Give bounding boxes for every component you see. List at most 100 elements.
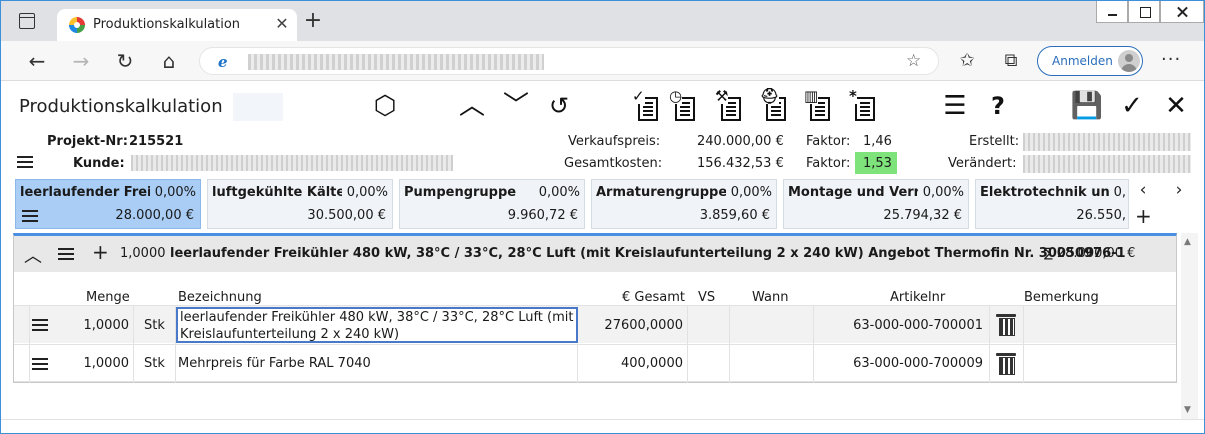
row-menu-icon[interactable]	[32, 358, 48, 370]
bottom-divider	[1, 419, 1204, 420]
veraendert-value-redacted	[1023, 155, 1191, 173]
card-percent: 0,00%	[922, 185, 964, 200]
scroll-up-icon[interactable]: ▲	[1184, 237, 1191, 247]
delete-trash-icon[interactable]	[996, 353, 1016, 375]
barcode-doc-icon[interactable]: ▥	[804, 89, 834, 123]
card-percent: 0,00%	[538, 185, 580, 200]
cards-prev-icon[interactable]: ‹	[1134, 180, 1152, 200]
projekt-label: Projekt-Nr:	[47, 134, 128, 149]
back-arrow-icon[interactable]: ←	[25, 49, 49, 73]
faktor-label-1: Faktor:	[806, 134, 851, 149]
card-value: 3.859,60 €	[699, 208, 770, 223]
app-toolbar: Produktionskalkulation ⬡ ︿ ﹀ ↺ ✓ ◷ ⚒ ⛑ ▥…	[1, 81, 1204, 131]
table-row[interactable]: 1,0000 Stk Mehrpreis für Farbe RAL 7040 …	[14, 344, 1176, 383]
faktor-value-1: 1,46	[863, 134, 892, 149]
window-maximize-button[interactable]	[1128, 1, 1160, 23]
save-icon[interactable]: 💾	[1070, 89, 1104, 123]
row-gesamt[interactable]: 400,0000	[578, 345, 688, 383]
worker-doc-icon[interactable]: ⛑	[760, 89, 790, 123]
col-bemerkung: Bemerkung	[1024, 290, 1099, 305]
reload-icon[interactable]: ↻	[113, 49, 137, 73]
card-percent: 0,00%	[730, 185, 772, 200]
position-description: leerlaufender Freikühler 480 kW, 38°C / …	[170, 246, 1126, 261]
category-card[interactable]: leerlaufender Freikü 0,00% 28.000,00 €	[15, 179, 201, 229]
favorites-icon[interactable]: ✩	[955, 49, 979, 73]
undo-icon[interactable]: ↺	[542, 89, 576, 123]
add-card-icon[interactable]: +	[1135, 204, 1152, 228]
card-value: 30.500,00 €	[307, 208, 386, 223]
row-menge[interactable]: 1,0000	[52, 306, 134, 344]
clock-doc-icon[interactable]: ◷	[669, 89, 699, 123]
new-tab-button[interactable]: +	[303, 10, 323, 32]
forward-arrow-icon[interactable]: →	[69, 49, 93, 73]
project-info-panel: Projekt-Nr: 215521 Kunde: Verkaufspreis:…	[1, 131, 1204, 177]
row-wann[interactable]	[730, 345, 814, 383]
card-menu-icon[interactable]	[22, 210, 38, 222]
address-bar[interactable]: e ☆	[199, 47, 939, 75]
faktor-value-2: 1,53	[863, 156, 892, 171]
verkaufspreis-label: Verkaufspreis:	[568, 134, 661, 149]
row-einheit[interactable]: Stk	[134, 306, 176, 344]
position-header: ︿ + 1,0000 leerlaufender Freikühler 480 …	[14, 236, 1176, 272]
chevron-up-icon[interactable]: ︿	[455, 89, 489, 123]
row-einheit[interactable]: Stk	[134, 345, 176, 383]
new-doc-icon[interactable]: *	[849, 89, 879, 123]
card-value: 28.000,00 €	[115, 208, 194, 223]
delete-trash-icon[interactable]	[996, 314, 1016, 336]
avatar-icon	[1118, 50, 1140, 72]
row-menge[interactable]: 1,0000	[52, 345, 134, 383]
signin-label: Anmelden	[1052, 54, 1113, 68]
hammer-doc-icon[interactable]: ⚒	[715, 89, 745, 123]
row-artikelnr[interactable]: 63-000-000-700001	[814, 306, 990, 344]
table-row[interactable]: 1,0000 Stk leerlaufender Freikühler 480 …	[14, 305, 1176, 344]
row-vs[interactable]	[688, 306, 730, 344]
tab-title: Produktionskalkulation	[93, 17, 241, 32]
tab-actions-icon[interactable]	[19, 13, 35, 29]
category-card[interactable]: Montage und Verroh 0,00% 25.794,32 €	[783, 179, 969, 229]
row-menu-icon[interactable]	[32, 319, 48, 331]
more-options-icon[interactable]: ···	[1161, 49, 1181, 70]
col-menge: Menge	[86, 290, 130, 305]
scroll-down-icon[interactable]: ▼	[1184, 405, 1191, 415]
tab-close-icon[interactable]: ✕	[273, 15, 291, 33]
chevron-down-icon[interactable]: ﹀	[499, 89, 533, 123]
help-icon[interactable]: ?	[981, 89, 1015, 123]
close-icon[interactable]: ✕	[1159, 89, 1193, 123]
category-card[interactable]: Armaturengruppen 0,00% 3.859,60 €	[591, 179, 777, 229]
category-card[interactable]: Pumpengruppe 0,00% 9.960,72 €	[399, 179, 585, 229]
verkaufspreis-value: 240.000,00 €	[697, 134, 784, 149]
category-card[interactable]: luftgekühlte Kältema 0,00% 30.500,00 €	[207, 179, 393, 229]
app-favicon-icon	[69, 17, 85, 33]
ie-mode-icon[interactable]: e	[218, 53, 228, 71]
col-artikelnr: Artikelnr	[890, 290, 946, 305]
confirm-check-icon[interactable]: ✓	[1115, 89, 1149, 123]
row-bezeichnung[interactable]: Mehrpreis für Farbe RAL 7040	[176, 345, 578, 383]
add-favorite-icon[interactable]: ☆	[906, 51, 921, 71]
checklist-doc-icon[interactable]: ✓	[632, 89, 662, 123]
collapse-chevron-icon[interactable]: ︿	[24, 242, 42, 268]
navigation-bar: ← → ↻ ⌂ e ☆ ✩ ⧉ Anmelden ···	[1, 41, 1204, 81]
row-bezeichnung-input[interactable]: leerlaufender Freikühler 480 kW, 38°C / …	[176, 307, 578, 343]
erstellt-value-redacted	[1023, 133, 1191, 151]
browser-tab[interactable]: Produktionskalkulation ✕	[57, 9, 297, 41]
add-item-icon[interactable]: +	[92, 240, 109, 264]
veraendert-label: Verändert:	[948, 156, 1017, 171]
info-menu-icon[interactable]	[17, 156, 33, 168]
card-name: Pumpengruppe	[404, 185, 517, 200]
window-close-button[interactable]	[1160, 1, 1204, 23]
collections-icon[interactable]: ⧉	[999, 49, 1023, 73]
settings-hex-icon[interactable]: ⬡	[368, 89, 402, 123]
window-minimize-button[interactable]	[1096, 1, 1128, 23]
signin-button[interactable]: Anmelden	[1037, 46, 1143, 76]
row-vs[interactable]	[688, 345, 730, 383]
cards-next-icon[interactable]: ›	[1170, 180, 1188, 200]
row-gesamt[interactable]: 27600,0000	[578, 306, 688, 344]
row-wann[interactable]	[730, 306, 814, 344]
category-card[interactable]: Elektrotechnik und S 0, 26.550,	[975, 179, 1129, 229]
vertical-scrollbar[interactable]: ▲ ▼	[1181, 233, 1198, 419]
menu-icon[interactable]: ☰	[938, 89, 972, 123]
position-menu-icon[interactable]	[58, 248, 74, 260]
card-percent: 0,00%	[154, 185, 196, 200]
home-icon[interactable]: ⌂	[157, 49, 181, 73]
row-artikelnr[interactable]: 63-000-000-700009	[814, 345, 990, 383]
